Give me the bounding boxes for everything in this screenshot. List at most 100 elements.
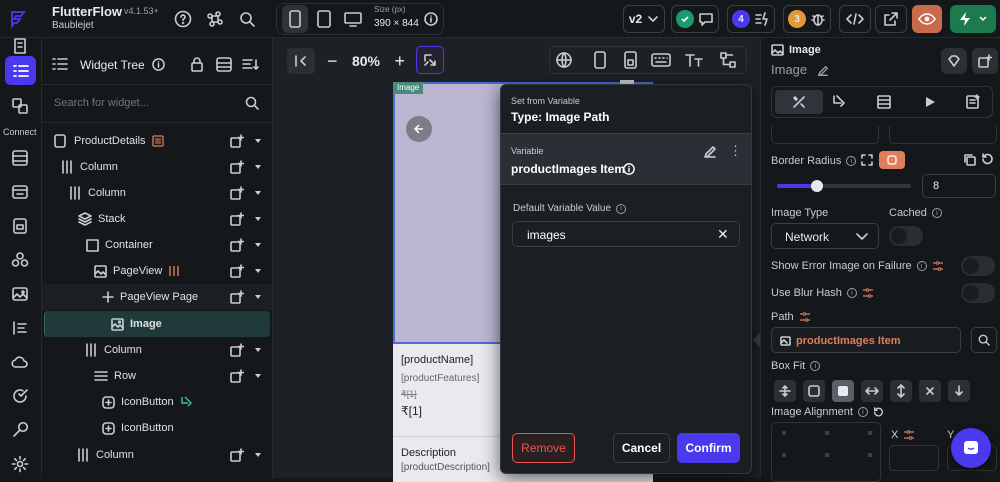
add-child-icon[interactable] [230, 212, 244, 226]
confirm-button[interactable]: Confirm [677, 433, 740, 463]
show-error-toggle[interactable] [961, 256, 995, 276]
tree-node-pageview-page[interactable]: PageView Page [42, 284, 272, 310]
desktop-device-icon[interactable] [340, 5, 366, 33]
info-icon[interactable]: i [810, 361, 821, 371]
device-frame-icon[interactable] [623, 51, 639, 69]
default-value-input[interactable]: images ✕ [512, 221, 740, 247]
tree-node-container[interactable]: Container [42, 232, 272, 258]
cloud-icon[interactable] [8, 350, 32, 374]
phone-device-icon[interactable] [282, 5, 308, 33]
search-widget-input[interactable] [54, 92, 254, 114]
reset-icon[interactable] [981, 153, 994, 166]
tree-node-column[interactable]: Column [42, 154, 272, 180]
flutterflow-logo[interactable] [8, 9, 28, 29]
alignment-dot[interactable] [868, 431, 872, 435]
tree-structure-icon[interactable] [719, 51, 737, 69]
alignment-dot[interactable] [868, 453, 872, 457]
zoom-out-button[interactable]: − [327, 51, 338, 72]
tab-actions[interactable] [831, 94, 847, 110]
help-icon[interactable] [172, 5, 194, 33]
caret-down-icon[interactable] [254, 452, 262, 458]
info-icon[interactable]: i [916, 261, 927, 271]
open-external-icon[interactable] [875, 5, 907, 33]
add-child-icon[interactable] [230, 186, 244, 200]
tree-node-pageview[interactable]: PageView [42, 258, 272, 284]
add-child-icon[interactable] [230, 343, 244, 357]
info-icon[interactable] [623, 163, 635, 175]
preview-eye-icon[interactable] [912, 5, 942, 33]
add-child-icon[interactable] [230, 134, 244, 148]
settings-icon[interactable] [8, 452, 32, 476]
tree-node-image-selected[interactable]: Image [44, 311, 270, 337]
boxfit-fill-icon[interactable] [919, 380, 941, 402]
border-radius-slider[interactable] [777, 180, 911, 192]
alignment-grid[interactable] [771, 422, 881, 482]
edit-icon[interactable] [817, 65, 829, 77]
command-icon[interactable] [204, 5, 226, 33]
boxfit-cover-icon[interactable] [832, 380, 854, 402]
border-radius-input[interactable]: 8 [922, 174, 996, 198]
pages-icon[interactable] [8, 34, 32, 58]
sync-status-button[interactable] [671, 5, 719, 33]
caret-down-icon[interactable] [254, 242, 262, 248]
info-icon[interactable]: i [616, 203, 627, 214]
chat-support-button[interactable] [951, 428, 991, 468]
tree-node-column[interactable]: Column [42, 337, 272, 363]
info-icon[interactable]: i [931, 208, 942, 218]
info-icon[interactable] [422, 5, 440, 33]
tab-backend-query[interactable] [876, 94, 892, 110]
info-icon[interactable]: i [846, 288, 857, 298]
tab-documentation[interactable] [965, 94, 981, 110]
alignment-x-input[interactable] [889, 445, 939, 471]
add-child-icon[interactable] [230, 160, 244, 174]
errors-button[interactable]: 4 [727, 5, 775, 33]
team-icon[interactable] [8, 248, 32, 272]
widget-tree-rail-icon[interactable] [5, 56, 36, 85]
caret-down-icon[interactable] [254, 268, 262, 274]
info-icon[interactable]: i [857, 407, 868, 417]
boxfit-fitwidth-icon[interactable] [861, 380, 883, 402]
keyboard-icon[interactable] [651, 52, 671, 68]
tree-node-column[interactable]: Column [42, 442, 272, 468]
caret-down-icon[interactable] [254, 190, 262, 196]
expand-corners-icon[interactable] [861, 154, 873, 166]
path-field[interactable]: productImages Item [771, 327, 961, 353]
caret-down-icon[interactable] [254, 164, 262, 170]
code-icon[interactable] [839, 5, 871, 33]
api-icon[interactable] [8, 384, 32, 408]
variable-binding-icon[interactable] [903, 429, 915, 441]
variable-binding-icon[interactable] [799, 311, 811, 323]
sort-icon[interactable] [242, 57, 260, 72]
slider-knob[interactable] [811, 180, 824, 192]
more-options-icon[interactable]: ⋮ [729, 144, 742, 157]
tab-properties[interactable] [775, 90, 823, 114]
warnings-button[interactable]: 3 [783, 5, 831, 33]
alignment-dot[interactable] [782, 431, 786, 435]
edit-icon[interactable] [703, 145, 717, 159]
caret-down-icon[interactable] [254, 294, 262, 300]
copy-icon[interactable] [963, 153, 976, 166]
back-arrow-icon[interactable] [406, 116, 432, 142]
text-scale-icon[interactable] [685, 52, 703, 68]
select-mode-icon[interactable] [416, 46, 444, 74]
tablet-device-icon[interactable] [312, 5, 336, 33]
search-icon[interactable] [236, 5, 258, 33]
tree-node-productdetails[interactable]: ProductDetails [42, 128, 272, 154]
tree-node-row[interactable]: Row [42, 363, 272, 389]
alignment-dot[interactable] [825, 431, 829, 435]
phone-preview-icon[interactable] [593, 51, 607, 69]
tree-node-iconbutton[interactable]: IconButton [42, 415, 272, 441]
variable-binding-icon[interactable] [862, 287, 874, 299]
caret-down-icon[interactable] [254, 373, 262, 379]
boxfit-contain-icon[interactable] [803, 380, 825, 402]
add-child-icon[interactable] [230, 369, 244, 383]
globe-icon[interactable] [555, 51, 573, 69]
remove-button[interactable]: Remove [512, 433, 575, 463]
components-icon[interactable] [8, 94, 32, 118]
add-child-icon[interactable] [230, 448, 244, 462]
tree-node-stack[interactable]: Stack [42, 206, 272, 232]
zoom-in-button[interactable]: + [394, 51, 405, 72]
alignment-dot[interactable] [782, 453, 786, 457]
cached-toggle[interactable] [889, 226, 923, 246]
database-icon[interactable] [8, 146, 32, 170]
